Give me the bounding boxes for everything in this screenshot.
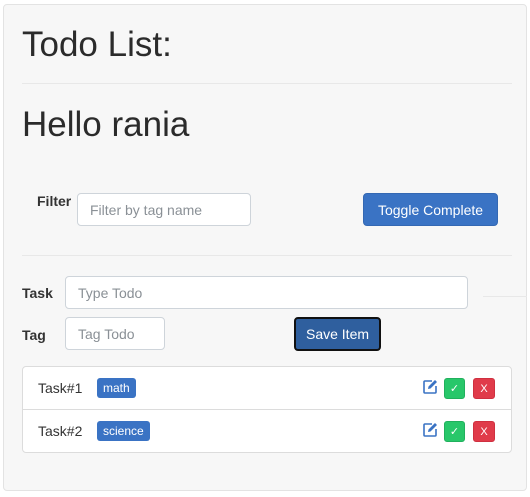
greeting-heading: Hello rania — [22, 105, 190, 144]
task-label: Task — [22, 285, 53, 301]
task-name: Task#1 — [38, 380, 83, 396]
edit-icon[interactable] — [422, 379, 438, 395]
toggle-complete-button[interactable]: Toggle Complete — [363, 193, 498, 226]
filter-label: Filter — [37, 193, 72, 209]
filter-input[interactable] — [77, 193, 251, 226]
tag-label: Tag — [22, 327, 46, 343]
todo-panel: Todo List: Hello rania Filter Toggle Com… — [3, 4, 527, 491]
page-title: Todo List: — [22, 25, 172, 64]
task-name: Task#2 — [38, 423, 83, 439]
divider — [22, 83, 512, 84]
tag-input[interactable] — [65, 317, 165, 350]
divider — [483, 296, 527, 297]
list-item: Task#1 math ✓ X — [23, 367, 511, 410]
delete-button[interactable]: X — [473, 421, 495, 442]
divider — [22, 255, 512, 256]
complete-button[interactable]: ✓ — [444, 421, 465, 442]
delete-button[interactable]: X — [473, 378, 495, 399]
save-item-button[interactable]: Save Item — [294, 317, 381, 351]
tag-badge: science — [97, 421, 150, 441]
task-input[interactable] — [65, 276, 468, 309]
list-item: Task#2 science ✓ X — [23, 410, 511, 453]
complete-button[interactable]: ✓ — [444, 378, 465, 399]
tag-badge: math — [97, 378, 136, 398]
todo-list: Task#1 math ✓ X Task#2 science ✓ X — [22, 366, 512, 453]
edit-icon[interactable] — [422, 422, 438, 438]
